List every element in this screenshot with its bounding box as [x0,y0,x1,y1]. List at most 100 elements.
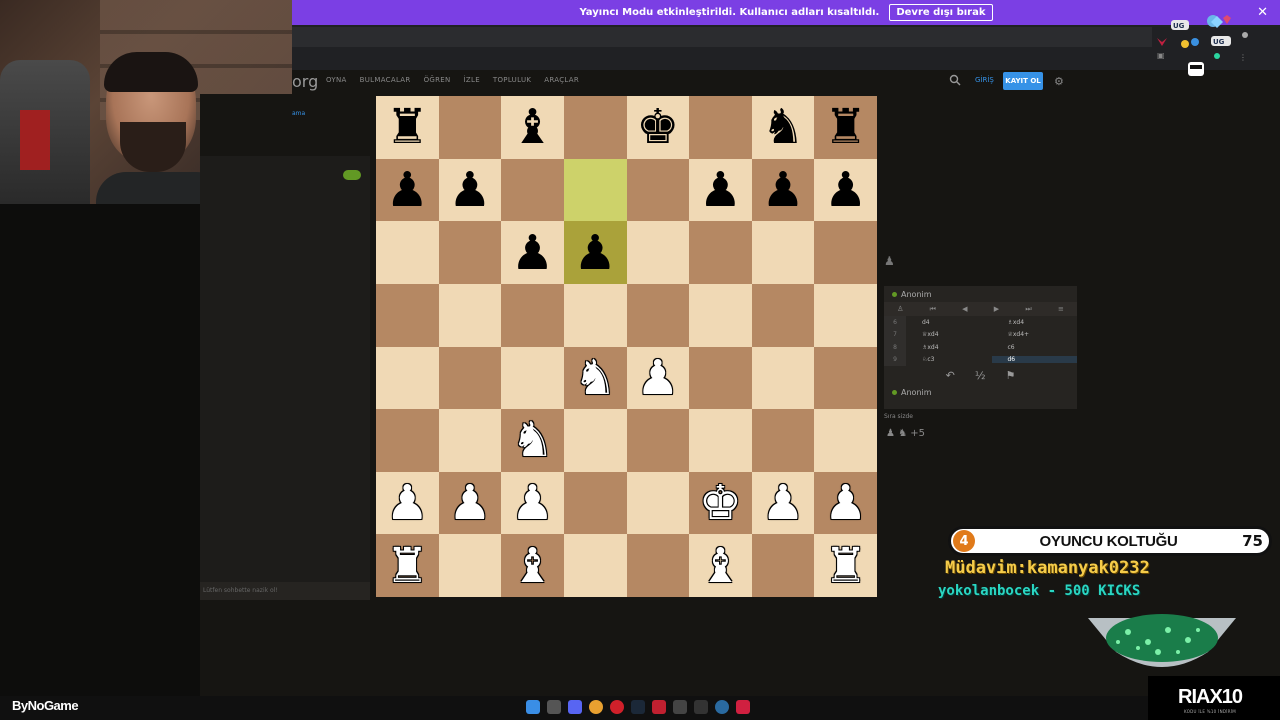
chat-toggle[interactable] [343,170,361,180]
square-b4[interactable] [438,346,502,410]
start-icon[interactable] [526,700,540,714]
black-pawn-piece[interactable]: ♟ [448,166,491,214]
square-f3[interactable] [689,409,752,472]
app-icon[interactable] [715,700,729,714]
search-icon[interactable] [949,74,961,86]
white-move[interactable]: d4 [906,319,992,326]
white-move[interactable]: ♗xd4 [906,344,992,351]
square-b3[interactable] [438,409,502,472]
white-pawn-piece[interactable]: ♟ [448,479,491,527]
discord-icon[interactable] [568,700,582,714]
square-g1[interactable] [751,534,815,597]
square-c6[interactable]: ♟ [501,221,564,284]
square-g2[interactable]: ♟ [751,471,815,535]
black-pawn-piece[interactable]: ♟ [574,229,617,277]
black-king-piece[interactable]: ♚ [636,103,679,151]
black-bishop-piece[interactable]: ♝ [511,103,554,151]
next-move-icon[interactable]: ▶ [994,305,999,313]
square-d6[interactable]: ♟ [563,221,627,284]
square-a1[interactable]: ♜ [376,534,439,597]
white-move[interactable]: ♕xd4 [906,331,992,338]
nav-tools[interactable]: ARAÇLAR [544,76,579,84]
square-e6[interactable] [626,221,690,284]
address-bar[interactable] [292,27,1152,47]
login-link[interactable]: GİRİŞ [975,76,994,84]
nav-watch[interactable]: İZLE [464,76,480,84]
square-c5[interactable] [501,283,564,347]
white-knight-piece[interactable]: ♞ [511,416,554,464]
square-b1[interactable] [438,534,502,597]
chrome-icon[interactable] [589,700,603,714]
first-move-icon[interactable]: ⏮ [930,305,936,314]
chess-board[interactable]: ♜ ♝ ♚ ♞ ♜ ♟ ♟ ♟ ♟ ♟ ♟ ♟ ♞ ♟ ♞ ♟ ♟ ♟ ♚ ♟ ♟ ♜ ♝ ♝ ♜ [376,96,877,597]
black-move[interactable]: ♗xd4 [992,319,1078,326]
square-e1[interactable] [626,534,690,597]
site-logo[interactable]: org [292,72,318,91]
black-pawn-piece[interactable]: ♟ [511,229,554,277]
square-e5[interactable] [626,283,690,347]
square-b6[interactable] [438,221,502,284]
square-e3[interactable] [626,409,690,472]
square-b5[interactable] [438,283,502,347]
square-e7[interactable] [626,158,690,222]
chat-input[interactable]: Lütfen sohbette nazik ol! [200,582,370,600]
nav-learn[interactable]: ÖĞREN [424,76,451,84]
square-h3[interactable] [814,409,877,472]
square-f6[interactable] [689,221,752,284]
square-g5[interactable] [751,283,815,347]
square-a3[interactable] [376,409,439,472]
steam-icon[interactable] [631,700,645,714]
square-h7[interactable]: ♟ [814,158,877,222]
square-a7[interactable]: ♟ [376,158,439,222]
square-c3[interactable]: ♞ [501,409,564,472]
white-bishop-piece[interactable]: ♝ [699,542,742,590]
nav-puzzles[interactable]: BULMACALAR [360,76,411,84]
square-a2[interactable]: ♟ [376,471,439,535]
square-c1[interactable]: ♝ [501,534,564,597]
square-g6[interactable] [751,221,815,284]
square-g7[interactable]: ♟ [751,158,815,222]
square-a8[interactable]: ♜ [376,96,439,159]
square-c2[interactable]: ♟ [501,471,564,535]
square-f5[interactable] [689,283,752,347]
square-d4[interactable]: ♞ [563,346,627,410]
square-f1[interactable]: ♝ [689,534,752,597]
square-b2[interactable]: ♟ [438,471,502,535]
white-pawn-piece[interactable]: ♟ [511,479,554,527]
square-b8[interactable] [438,96,502,159]
white-pawn-piece[interactable]: ♟ [762,479,805,527]
black-pawn-piece[interactable]: ♟ [824,166,867,214]
square-g3[interactable] [751,409,815,472]
square-d8[interactable] [563,96,627,159]
square-h1[interactable]: ♜ [814,534,877,597]
white-rook-piece[interactable]: ♜ [824,542,867,590]
square-h4[interactable] [814,346,877,410]
takeback-icon[interactable]: ↶ [946,369,955,382]
square-g8[interactable]: ♞ [751,96,815,159]
app-icon[interactable] [652,700,666,714]
last-move-icon[interactable]: ⏭ [1025,305,1031,314]
square-h8[interactable]: ♜ [814,96,877,159]
square-a6[interactable] [376,221,439,284]
disable-streamer-mode-button[interactable]: Devre dışı bırak [889,4,993,21]
square-b7[interactable]: ♟ [438,158,502,222]
app-icon[interactable] [736,700,750,714]
square-f2[interactable]: ♚ [689,471,752,535]
square-d1[interactable] [563,534,627,597]
menu-icon[interactable]: ≡ [1058,305,1064,313]
analysis-icon[interactable]: ♙ [897,305,903,313]
opera-icon[interactable] [610,700,624,714]
square-d3[interactable] [563,409,627,472]
gear-icon[interactable]: ⚙ [1054,75,1064,88]
square-h2[interactable]: ♟ [814,471,877,535]
black-rook-piece[interactable]: ♜ [824,103,867,151]
nav-community[interactable]: TOPLULUK [493,76,531,84]
black-move[interactable]: ♕xd4+ [992,331,1078,338]
black-pawn-piece[interactable]: ♟ [386,166,429,214]
white-king-piece[interactable]: ♚ [699,479,742,527]
square-d5[interactable] [563,283,627,347]
nav-play[interactable]: OYNA [326,76,347,84]
white-knight-piece[interactable]: ♞ [574,354,617,402]
black-rook-piece[interactable]: ♜ [386,103,429,151]
square-h6[interactable] [814,221,877,284]
